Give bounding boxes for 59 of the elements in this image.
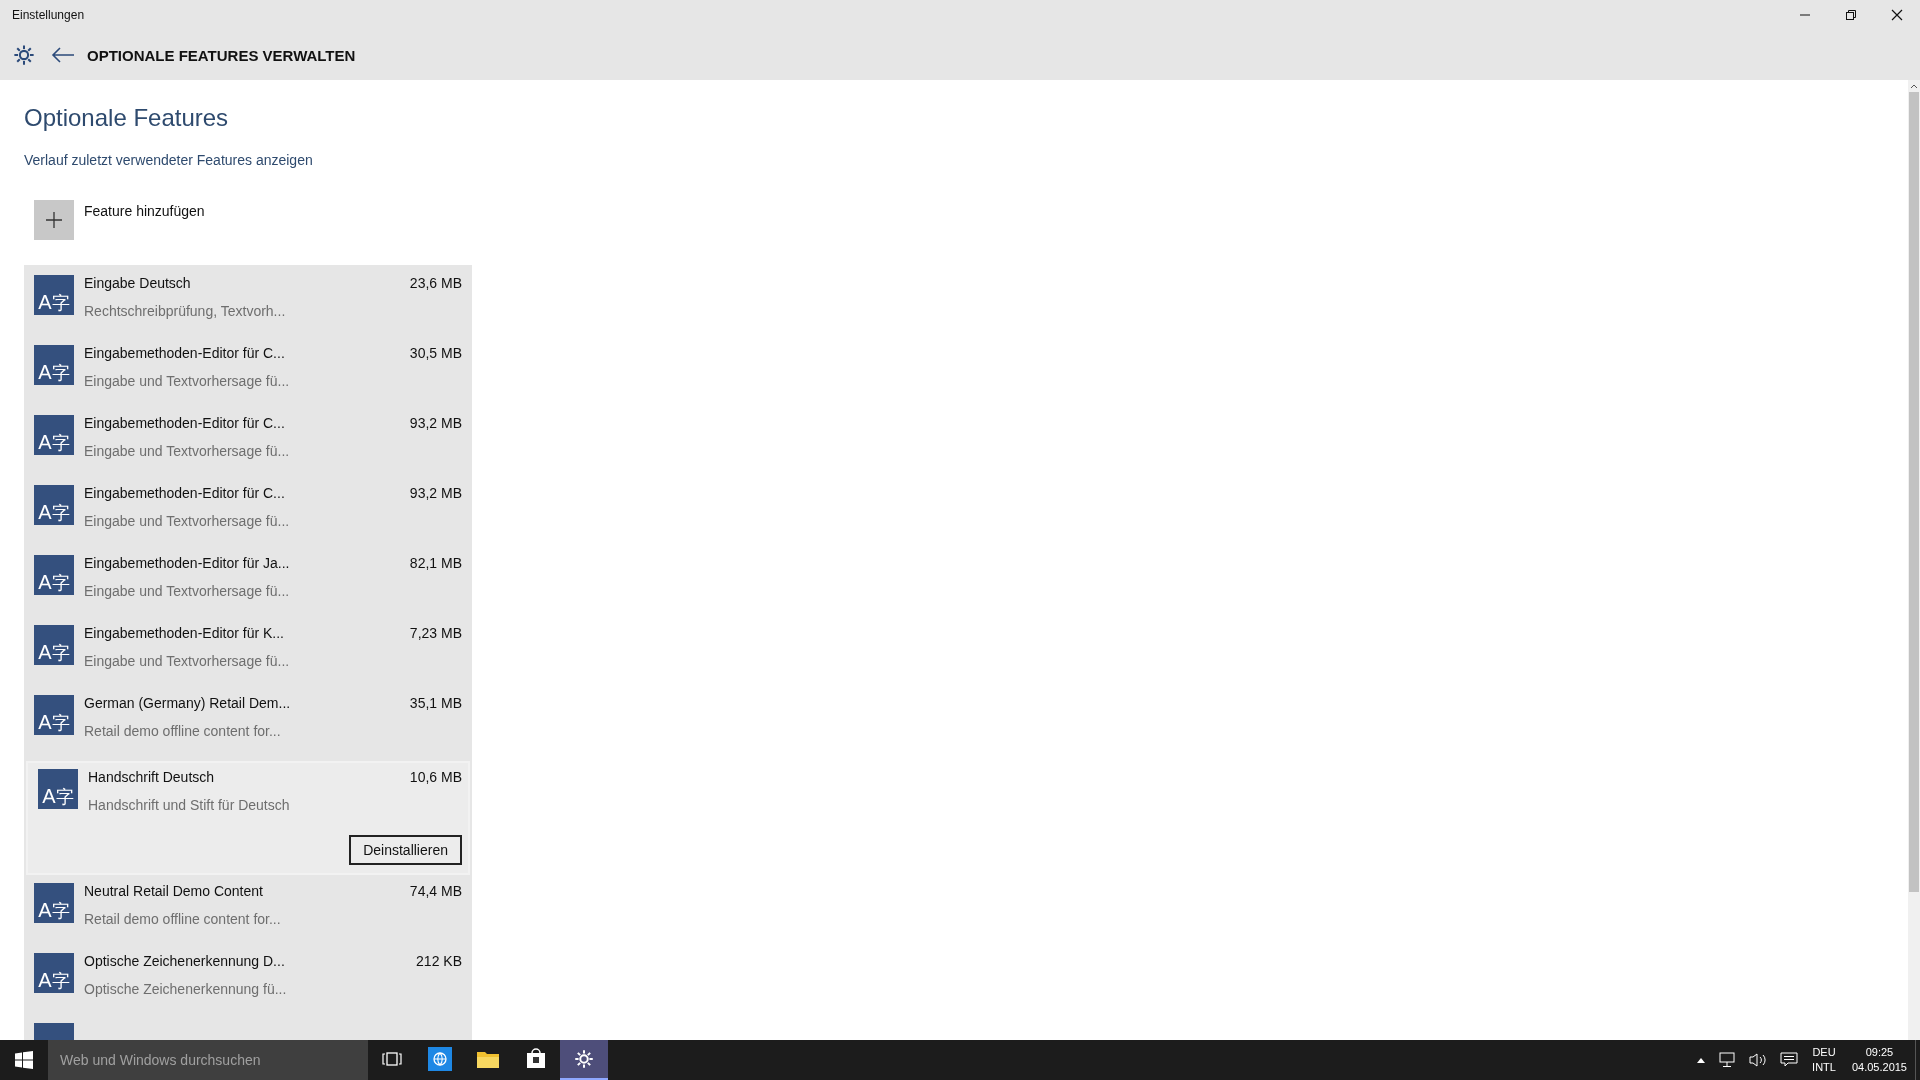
- feature-size: 30,5 MB: [409, 345, 462, 361]
- feature-name: Eingabemethoden-Editor für Ja...: [84, 555, 290, 571]
- feature-name: Eingabemethoden-Editor für C...: [84, 485, 285, 501]
- globe-icon: [428, 1047, 452, 1071]
- feature-description: Optische Zeichenerkennung fü...: [84, 981, 288, 997]
- gear-icon: [574, 1049, 594, 1069]
- feature-name: German (Germany) Retail Dem...: [84, 695, 291, 711]
- feature-size: 93,2 MB: [409, 485, 462, 501]
- history-link[interactable]: Verlauf zuletzt verwendeter Features anzeigen: [24, 152, 313, 168]
- add-feature-label[interactable]: Feature hinzufügen: [84, 203, 205, 219]
- feature-size: 23,6 MB: [409, 275, 462, 291]
- input-language-indicator[interactable]: DEU INTL: [1812, 1045, 1836, 1075]
- back-arrow-icon[interactable]: [51, 47, 75, 63]
- feature-name: Eingabemethoden-Editor für C...: [84, 345, 285, 361]
- message-icon[interactable]: [1780, 1052, 1799, 1068]
- volume-icon[interactable]: [1748, 1052, 1769, 1068]
- feature-description: Eingabe und Textvorhersage fü...: [84, 443, 291, 459]
- feature-name: Eingabemethoden-Editor für K...: [84, 625, 284, 641]
- close-icon: [1891, 9, 1903, 21]
- feature-description: Eingabe und Textvorhersage fü...: [84, 373, 291, 389]
- caret-up-icon[interactable]: [1696, 1056, 1707, 1064]
- feature-description: Retail demo offline content for...: [84, 911, 282, 927]
- shopping-bag-icon: [525, 1048, 547, 1070]
- search-field[interactable]: Web und Windows durchsuchen: [48, 1040, 368, 1080]
- feature-name: Eingabemethoden-Editor für C...: [84, 415, 285, 431]
- network-icon[interactable]: [1718, 1052, 1737, 1068]
- task-view-icon: [382, 1051, 402, 1067]
- feature-description: Rechtschreibprüfung, Textvorh...: [84, 303, 287, 319]
- feature-size: 35,1 MB: [409, 695, 462, 711]
- clock[interactable]: 09:25 04.05.2015: [1851, 1045, 1907, 1075]
- scrollbar[interactable]: [1908, 80, 1920, 1040]
- section-heading: Optionale Features: [24, 104, 230, 132]
- feature-size: 74,4 MB: [409, 883, 462, 899]
- page-title: OPTIONALE FEATURES VERWALTEN: [87, 46, 356, 64]
- feature-description: Eingabe und Textvorhersage fü...: [84, 583, 291, 599]
- feature-size: 93,2 MB: [409, 415, 462, 431]
- folder-icon: [476, 1049, 500, 1069]
- feature-description: Retail demo offline content for...: [84, 723, 282, 739]
- restore-icon: [1845, 9, 1857, 21]
- feature-name: Optische Zeichenerkennung D...: [84, 953, 285, 969]
- settings-icon[interactable]: [13, 44, 35, 66]
- uninstall-button[interactable]: Deinstallieren: [349, 835, 462, 865]
- feature-size: 82,1 MB: [409, 555, 462, 571]
- feature-description: Eingabe und Textvorhersage fü...: [84, 653, 291, 669]
- feature-size: 10,6 MB: [409, 769, 462, 785]
- feature-name: Eingabe Deutsch: [84, 275, 191, 291]
- feature-size: 212 KB: [416, 953, 462, 969]
- feature-name: Neutral Retail Demo Content: [84, 883, 263, 899]
- windows-logo-icon: [15, 1051, 33, 1069]
- feature-description: Handschrift und Stift für Deutsch: [88, 797, 291, 813]
- feature-name: Handschrift Deutsch: [88, 769, 215, 785]
- add-feature-button[interactable]: [34, 200, 74, 240]
- caret-up-icon[interactable]: [1910, 83, 1918, 89]
- feature-size: 7,23 MB: [409, 625, 462, 641]
- taskbar-app-button[interactable]: [560, 1040, 608, 1080]
- scrollbar-thumb[interactable]: [1909, 92, 1919, 892]
- feature-description: Eingabe und Textvorhersage fü...: [84, 513, 291, 529]
- window-title: Einstellungen: [12, 8, 85, 22]
- plus-icon: [45, 211, 63, 229]
